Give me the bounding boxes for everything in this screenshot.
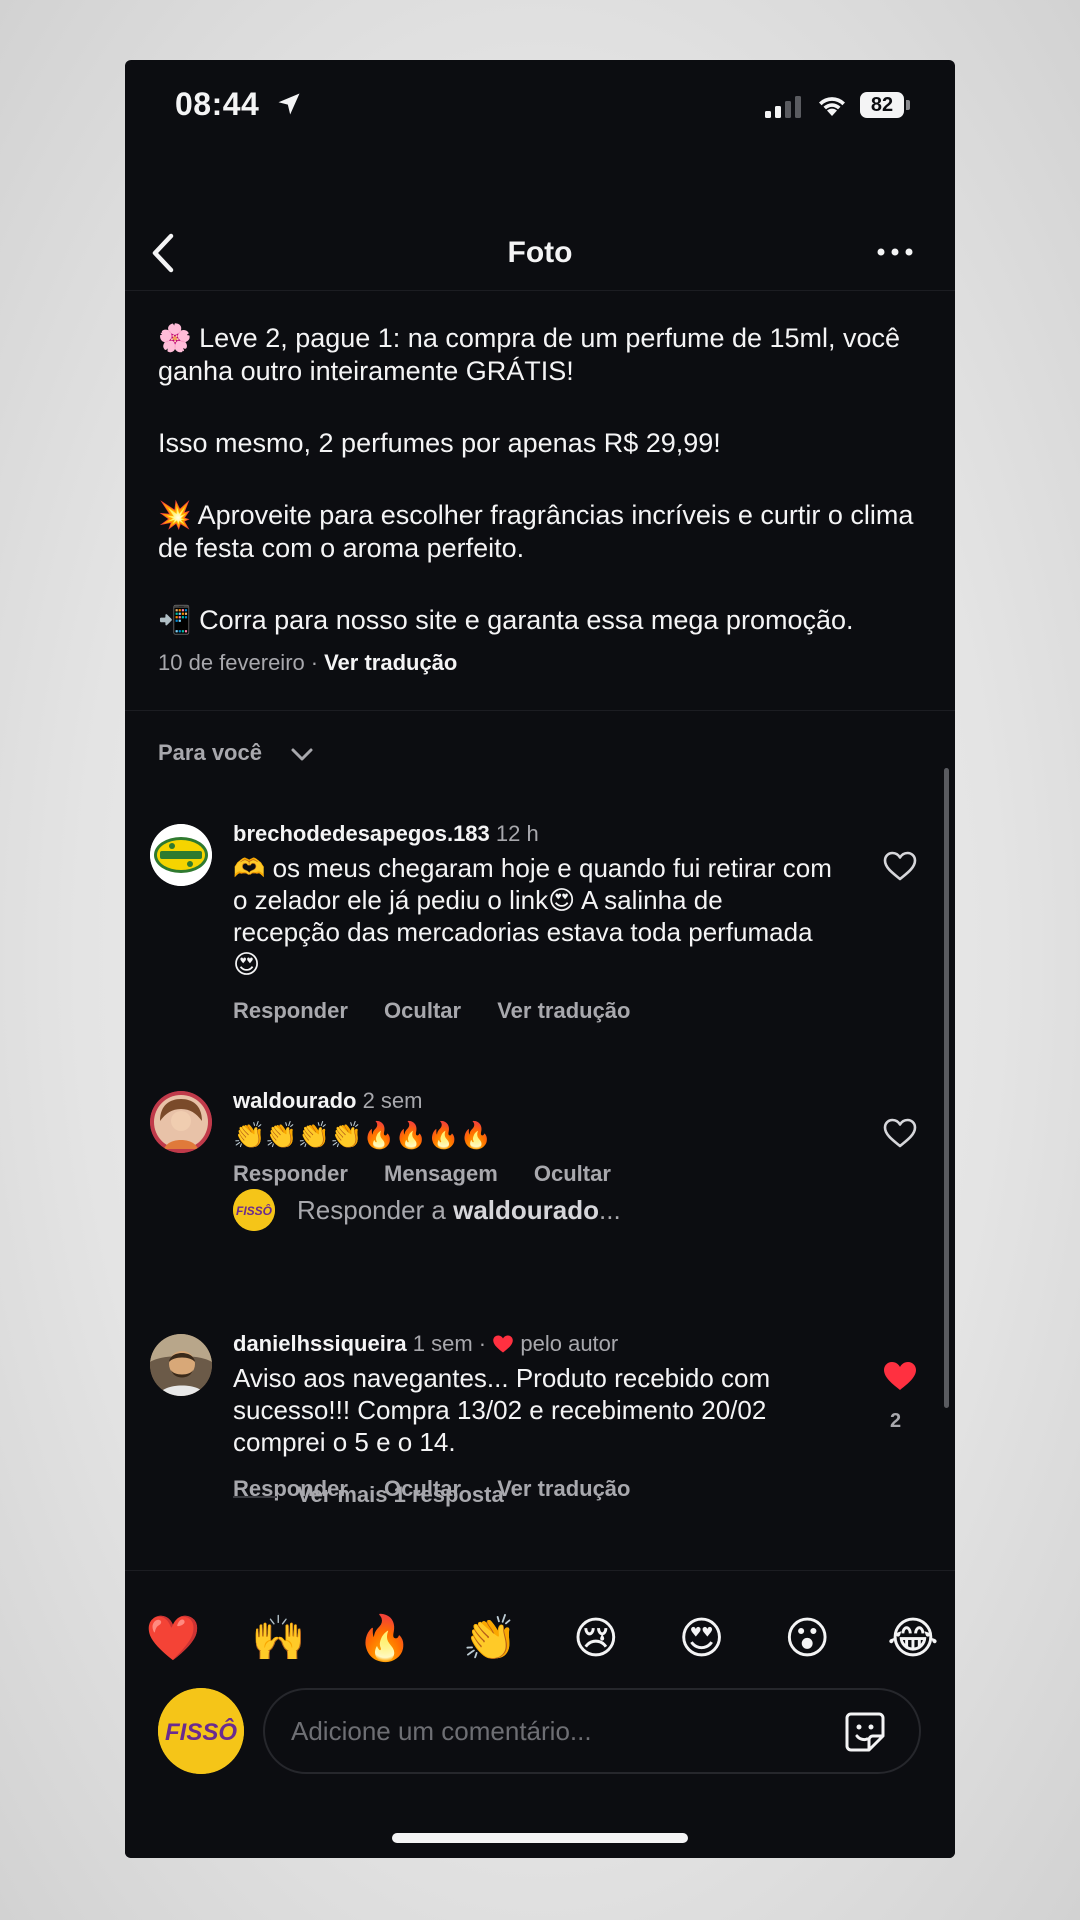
caption-line: Aproveite para escolher fragrâncias incr… [158,500,914,563]
caption-paragraph: 📲 Corra para nosso site e garanta essa m… [158,604,928,637]
comment-body: danielhssiqueira 1 sem · pelo autor Avis… [233,1330,833,1502]
brecho-logo-icon [150,824,212,886]
comment-text: 👏👏👏👏🔥🔥🔥🔥 [233,1120,492,1150]
comment-body: waldourado 2 sem 👏👏👏👏🔥🔥🔥🔥 Responder Mens… [233,1087,833,1187]
sticker-icon[interactable] [843,1710,887,1754]
comment-sort-selector[interactable]: Para você [158,740,262,766]
comment-input-placeholder: Adicione um comentário... [291,1716,592,1746]
profile-photo-icon [150,1091,212,1153]
comment-text: Aviso aos navegantes... Produto recebido… [233,1363,771,1457]
reply-to-text: Responder a waldourado... [297,1195,621,1226]
cellular-signal-icon [765,96,801,118]
caption-line: Corra para nosso site e garanta essa meg… [199,605,854,635]
reaction-crying[interactable]: 😢 [566,1609,626,1669]
heart-filled-icon[interactable] [882,1360,918,1392]
comment-time: 12 h [495,821,539,846]
reply-avatar: FISSÔ [233,1189,275,1231]
reaction-laughing[interactable]: 😂 [883,1609,943,1669]
reply-prefix: Responder a [297,1195,446,1225]
caption-line: Leve 2, pague 1: na compra de um perfume… [158,323,901,386]
scrollbar[interactable] [944,768,949,1408]
reaction-heart[interactable]: ❤️ [143,1609,203,1669]
see-translation-link[interactable]: Ver tradução [324,650,457,675]
message-button[interactable]: Mensagem [384,1161,498,1186]
view-more-replies-label[interactable]: Ver mais 1 resposta [297,1482,504,1508]
avatar[interactable] [150,1334,212,1396]
avatar[interactable] [150,1091,212,1153]
battery-tip [906,100,910,110]
status-bar: 08:44 82 [125,60,955,150]
reply-button[interactable]: Responder [233,998,348,1023]
comment-username[interactable]: danielhssiqueira [233,1331,407,1356]
avatar[interactable] [150,824,212,886]
fisso-logo-icon: FISSÔ [233,1189,275,1231]
heart-outline-icon[interactable] [882,1117,918,1149]
composer-avatar-text: FISSÔ [165,1718,237,1746]
battery-level: 82 [860,92,904,118]
reaction-heart-eyes[interactable]: 😍 [672,1609,732,1669]
reaction-clap[interactable]: 👏 [460,1609,520,1669]
translate-button[interactable]: Ver tradução [497,998,630,1023]
status-time: 08:44 [175,86,260,122]
page-title: Foto [507,236,573,269]
composer-avatar[interactable]: FISSÔ [158,1688,244,1774]
battery-indicator: 82 [860,92,910,118]
caption-paragraph: 💥 Aproveite para escolher fragrâncias in… [158,499,928,564]
comment-actions: Responder Ocultar Ver tradução [233,998,833,1024]
heart-outline-icon[interactable] [882,850,918,882]
reply-username: waldourado [453,1195,600,1225]
liked-by-author-label: pelo autor [520,1331,619,1356]
hide-button[interactable]: Ocultar [534,1161,611,1186]
post-date: 10 de fevereiro [158,650,305,675]
reply-button[interactable]: Responder [233,1161,348,1186]
comment-text: 🫶 os meus chegaram hoje e quando fui ret… [233,853,832,979]
comment-header: danielhssiqueira 1 sem · pelo autor [233,1330,833,1358]
reaction-raised-hands[interactable]: 🙌 [249,1609,309,1669]
comment-time: 2 sem [362,1088,423,1113]
replies-line [233,1496,277,1498]
chevron-down-icon[interactable] [290,747,314,763]
post-caption: 🌸 Leve 2, pague 1: na compra de um perfu… [158,322,928,637]
hide-button[interactable]: Ocultar [384,998,461,1023]
phone-arrow-emoji: 📲 [158,605,192,636]
comment-username[interactable]: waldourado [233,1088,356,1113]
more-options-icon[interactable] [875,246,915,258]
meta-separator: · [310,650,319,675]
comment-header: waldourado 2 sem [233,1087,833,1115]
translate-button[interactable]: Ver tradução [497,1476,630,1501]
svg-text:FISSÔ: FISSÔ [236,1203,273,1218]
reply-to-composer[interactable]: FISSÔ Responder a waldourado... [233,1185,833,1233]
fisso-logo-icon: FISSÔ [158,1688,244,1774]
author-liked-heart-icon [493,1335,514,1353]
caption-paragraph: 🌸 Leve 2, pague 1: na compra de um perfu… [158,322,928,387]
comment-body: brechodedesapegos.183 12 h 🫶 os meus che… [233,820,833,1024]
home-indicator[interactable] [392,1833,688,1843]
comment-time: 1 sem [412,1331,473,1356]
divider [125,710,955,711]
reply-suffix: ... [599,1195,621,1225]
profile-photo-icon [150,1334,212,1396]
top-nav: Foto [125,190,955,291]
caption-paragraph: Isso mesmo, 2 perfumes por apenas R$ 29,… [158,427,928,459]
reaction-surprised[interactable]: 😮 [777,1609,837,1669]
wifi-icon [819,97,845,116]
comment-header: brechodedesapegos.183 12 h [233,820,833,848]
collision-emoji: 💥 [158,500,192,531]
reaction-fire[interactable]: 🔥 [354,1609,414,1669]
post-meta: 10 de fevereiro · Ver tradução [158,650,457,676]
phone-screen: 08:44 82 Foto 🌸 Leve 2, pague 1: na comp… [125,60,955,1858]
caption-line: Isso mesmo, 2 perfumes por apenas R$ 29,… [158,428,721,458]
like-count: 2 [890,1410,902,1432]
location-arrow-icon [278,93,300,115]
flower-emoji: 🌸 [158,323,192,354]
comment-username[interactable]: brechodedesapegos.183 [233,821,490,846]
comment-actions: Responder Mensagem Ocultar [233,1161,833,1187]
meta-separator: · [478,1331,487,1356]
quick-reactions: ❤️ 🙌 🔥 👏 😢 😍 😮 😂 [143,1609,943,1669]
comment-input[interactable]: Adicione um comentário... [263,1688,921,1774]
